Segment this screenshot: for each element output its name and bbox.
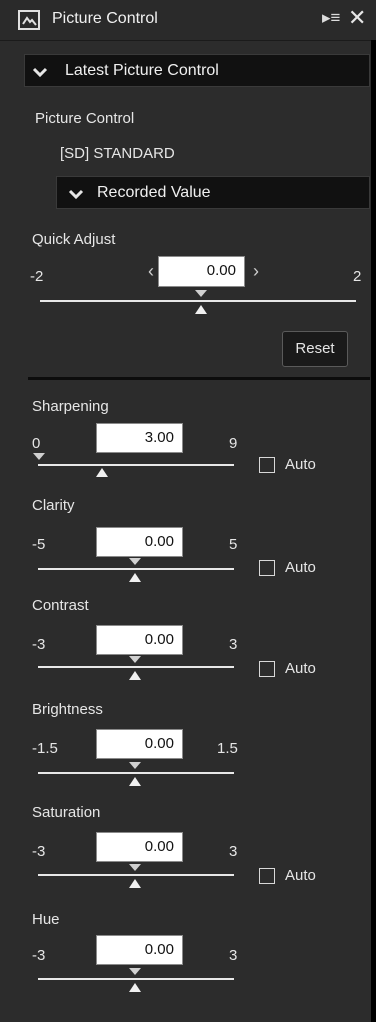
sharpening-slider-track[interactable] [38, 464, 234, 466]
sharpening-max: 9 [229, 435, 238, 452]
quick-adjust-min: -2 [30, 268, 44, 285]
sharpening-slider-thumb[interactable] [95, 464, 109, 478]
saturation-label: Saturation [32, 804, 101, 821]
sharpening-auto-label: Auto [285, 456, 316, 473]
panel-menu-icon[interactable]: ▸≡ [322, 8, 340, 28]
sharpening-min: 0 [32, 435, 41, 452]
clarity-label: Clarity [32, 497, 75, 514]
sharpening-default-marker [33, 453, 45, 460]
chevron-down-icon [68, 189, 84, 200]
contrast-max: 3 [229, 636, 238, 653]
brightness-max: 1.5 [217, 740, 238, 757]
saturation-slider-thumb[interactable] [128, 863, 142, 889]
clarity-auto-checkbox[interactable] [259, 560, 275, 576]
saturation-auto-checkbox[interactable] [259, 868, 275, 884]
section-divider [28, 377, 370, 380]
contrast-label: Contrast [32, 597, 89, 614]
clarity-slider-thumb[interactable] [128, 557, 142, 583]
reset-button[interactable]: Reset [282, 331, 348, 367]
sharpening-input[interactable]: 3.00 [96, 423, 183, 453]
preset-dropdown[interactable]: Latest Picture Control [24, 54, 370, 87]
hue-label: Hue [32, 911, 60, 928]
quick-adjust-slider-thumb[interactable] [194, 289, 208, 315]
saturation-input[interactable]: 0.00 [96, 832, 183, 862]
decrease-arrow-icon[interactable]: ‹ [148, 261, 154, 282]
clarity-max: 5 [229, 536, 238, 553]
brightness-min: -1.5 [32, 740, 58, 757]
hue-min: -3 [32, 947, 46, 964]
panel-title: Picture Control [52, 10, 158, 27]
picture-control-icon [18, 10, 40, 30]
chevron-down-icon [32, 67, 48, 78]
brightness-slider-thumb[interactable] [128, 761, 142, 787]
contrast-min: -3 [32, 636, 46, 653]
saturation-auto-label: Auto [285, 867, 316, 884]
clarity-input[interactable]: 0.00 [96, 527, 183, 557]
picture-control-heading: Picture Control [35, 110, 135, 127]
clarity-auto-label: Auto [285, 559, 316, 576]
quick-adjust-label: Quick Adjust [32, 231, 116, 248]
hue-input[interactable]: 0.00 [96, 935, 183, 965]
sharpening-auto-checkbox[interactable] [259, 457, 275, 473]
saturation-max: 3 [229, 843, 238, 860]
contrast-input[interactable]: 0.00 [96, 625, 183, 655]
brightness-input[interactable]: 0.00 [96, 729, 183, 759]
contrast-auto-checkbox[interactable] [259, 661, 275, 677]
hue-max: 3 [229, 947, 238, 964]
saturation-min: -3 [32, 843, 46, 860]
quick-adjust-max: 2 [353, 268, 362, 285]
clarity-min: -5 [32, 536, 46, 553]
preset-dropdown-label: Latest Picture Control [65, 62, 219, 79]
contrast-auto-label: Auto [285, 660, 316, 677]
recorded-value-dropdown[interactable]: Recorded Value [56, 176, 370, 209]
contrast-slider-thumb[interactable] [128, 655, 142, 681]
hue-slider-thumb[interactable] [128, 967, 142, 993]
close-icon[interactable]: ✕ [348, 5, 366, 31]
picture-control-value: [SD] STANDARD [60, 145, 175, 162]
increase-arrow-icon[interactable]: › [253, 261, 259, 282]
brightness-label: Brightness [32, 701, 103, 718]
sharpening-label: Sharpening [32, 398, 109, 415]
panel-right-edge [371, 40, 376, 1022]
recorded-value-dropdown-label: Recorded Value [97, 184, 211, 201]
quick-adjust-input[interactable]: 0.00 [158, 256, 245, 287]
